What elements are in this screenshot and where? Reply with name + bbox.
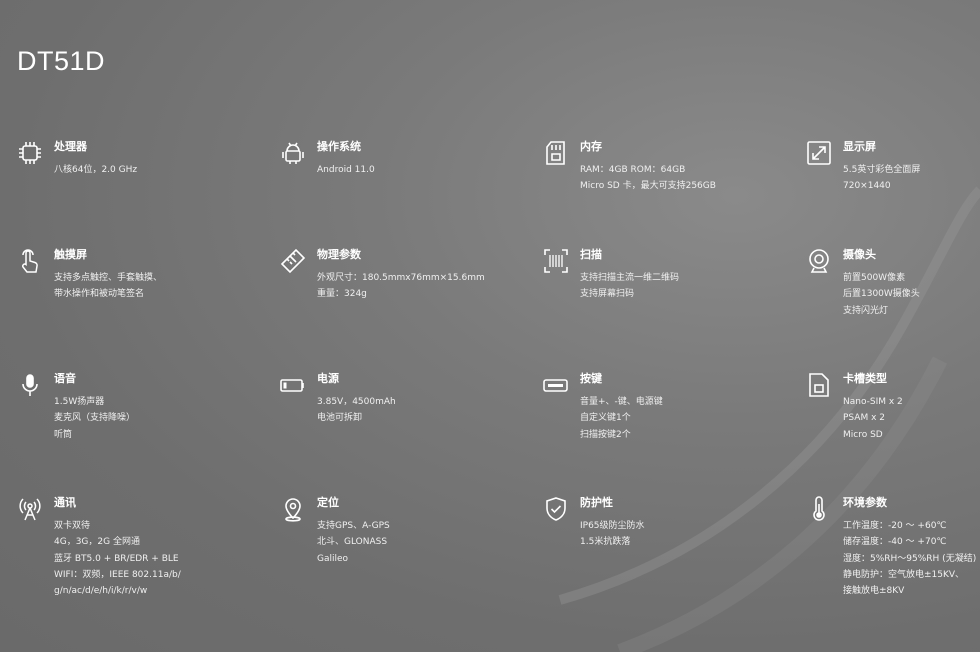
spec-value: 支持屏幕扫码 bbox=[580, 289, 635, 300]
microphone-icon bbox=[17, 372, 43, 398]
spec-name: 语音 bbox=[54, 372, 76, 385]
sim-card-icon bbox=[806, 372, 832, 398]
spec-value: Micro SD bbox=[843, 429, 883, 440]
thermometer-icon bbox=[806, 496, 832, 522]
spec-value: 八核64位，2.0 GHz bbox=[54, 165, 138, 175]
spec-value: 1.5米抗跌落 bbox=[580, 537, 631, 548]
spec-value: 重量：324g bbox=[317, 289, 367, 300]
spec-value: 接触放电±8KV bbox=[843, 586, 905, 597]
spec-value: 带水操作和被动笔签名 bbox=[54, 289, 145, 300]
ruler-icon bbox=[280, 248, 306, 274]
spec-value: Android 11.0 bbox=[317, 165, 375, 175]
cpu-icon bbox=[17, 140, 43, 166]
display-expand-icon bbox=[806, 140, 832, 166]
spec-value: 3.85V，4500mAh bbox=[317, 397, 396, 407]
spec-value: 支持多点触控、手套触摸、 bbox=[54, 273, 163, 283]
spec-value: 麦克风（支持降噪） bbox=[54, 413, 136, 424]
spec-value: 4G，3G，2G 全网通 bbox=[54, 537, 140, 548]
spec-name: 操作系统 bbox=[317, 140, 361, 153]
spec-name: 摄像头 bbox=[843, 248, 876, 261]
spec-value: 1.5W扬声器 bbox=[54, 397, 105, 407]
battery-icon bbox=[280, 372, 306, 398]
spec-value: 支持闪光灯 bbox=[843, 305, 889, 316]
barcode-scan-icon bbox=[543, 248, 569, 274]
spec-name: 定位 bbox=[317, 496, 339, 509]
spec-value: 听筒 bbox=[54, 429, 73, 440]
spec-value: RAM：4GB ROM：64GB bbox=[580, 165, 686, 175]
spec-value: WIFI：双频，IEEE 802.11a/b/ bbox=[54, 569, 181, 580]
antenna-signal-icon bbox=[17, 496, 43, 522]
spec-value: PSAM x 2 bbox=[843, 413, 886, 424]
spec-value: 湿度：5%RH～95%RH (无凝结) bbox=[843, 553, 977, 564]
location-pin-icon bbox=[280, 496, 306, 522]
spec-value: IP65级防尘防水 bbox=[580, 521, 645, 531]
spec-value: 静电防护：空气放电±15KV、 bbox=[843, 569, 965, 580]
sd-card-icon bbox=[543, 140, 569, 166]
spec-value: 蓝牙 BT5.0 + BR/EDR + BLE bbox=[54, 553, 179, 564]
touch-hand-icon bbox=[17, 248, 43, 274]
spec-value: 支持GPS、A-GPS bbox=[317, 521, 390, 531]
spec-value: 储存温度：-40 ～ +70℃ bbox=[843, 537, 947, 548]
spec-value: 外观尺寸：180.5mmx76mm×15.6mm bbox=[317, 273, 485, 283]
spec-name: 扫描 bbox=[580, 248, 602, 261]
spec-value: g/n/ac/d/e/h/i/k/r/v/w bbox=[54, 586, 148, 597]
spec-name: 显示屏 bbox=[843, 140, 876, 153]
spec-value: 双卡双待 bbox=[54, 521, 91, 531]
spec-value: 720×1440 bbox=[843, 181, 891, 192]
spec-value: Galileo bbox=[317, 553, 349, 564]
spec-value: 工作温度：-20 ～ +60℃ bbox=[843, 521, 947, 531]
spec-value: 电池可拆卸 bbox=[317, 413, 363, 424]
spec-value: 北斗、GLONASS bbox=[317, 537, 388, 548]
shield-check-icon bbox=[543, 496, 569, 522]
spec-value: 5.5英寸彩色全面屏 bbox=[843, 165, 921, 175]
spec-value: Micro SD 卡，最大可支持256GB bbox=[580, 181, 716, 192]
spec-name: 通讯 bbox=[54, 496, 76, 509]
spec-name: 电源 bbox=[317, 372, 339, 385]
spec-name: 环境参数 bbox=[843, 496, 887, 509]
key-button-icon bbox=[543, 372, 569, 398]
spec-value: 前置500W像素 bbox=[843, 273, 906, 283]
spec-name: 处理器 bbox=[54, 140, 87, 153]
spec-value: Nano-SIM x 2 bbox=[843, 397, 903, 407]
spec-name: 卡槽类型 bbox=[843, 372, 887, 385]
spec-name: 内存 bbox=[580, 140, 602, 153]
android-icon bbox=[280, 140, 306, 166]
spec-value: 后置1300W摄像头 bbox=[843, 289, 920, 300]
spec-name: 防护性 bbox=[580, 496, 613, 509]
spec-name: 物理参数 bbox=[317, 248, 361, 261]
spec-name: 触摸屏 bbox=[54, 248, 87, 261]
spec-value: 音量+、-键、电源键 bbox=[580, 397, 663, 407]
spec-name: 按键 bbox=[580, 372, 602, 385]
spec-value: 扫描按键2个 bbox=[580, 429, 631, 440]
spec-value: 支持扫描主流一维二维码 bbox=[580, 273, 680, 283]
camera-icon bbox=[806, 248, 832, 274]
spec-value: 自定义键1个 bbox=[580, 413, 631, 424]
page-title: DT51D bbox=[17, 46, 106, 76]
